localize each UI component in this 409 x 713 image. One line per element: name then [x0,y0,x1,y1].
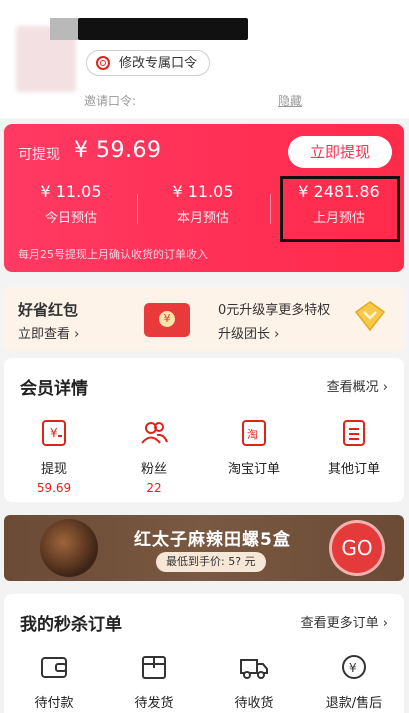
chevron-right-icon: › [74,327,80,342]
item-label: 退款/售后 [325,696,383,711]
package-icon [142,656,166,679]
view-more-orders-link[interactable]: 查看更多订单 › [301,612,388,631]
profile-header: 修改专属口令 邀请口令: 隐藏 [0,0,409,118]
withdraw-note: 每月25号提现上月确认收货的订单收入 [18,248,208,261]
stat-label: 今日预估 [44,211,97,226]
redacted-username [78,18,248,40]
search-key-icon [96,56,110,70]
item-label: 粉丝 [140,462,167,477]
earnings-card: 可提现 ¥ 59.69 立即提现 ¥ 11.05 今日预估 ¥ 11.05 本月… [4,124,404,272]
modify-code-button[interactable]: 修改专属口令 [86,50,211,76]
redacted-block [50,18,80,40]
withdrawable-amount: ¥ 59.69 [74,138,162,163]
diamond-icon [354,301,386,332]
other-order-icon [343,420,365,446]
member-title: 会员详情 [20,379,88,399]
item-label: 淘宝订单 [227,462,280,477]
order-item-to-receive[interactable]: 待收货 [204,652,304,711]
view-now-link[interactable]: 立即查看 › [18,323,79,342]
taobao-order-icon: 淘 [242,420,266,446]
item-value: 22 [146,481,162,495]
item-label: 其他订单 [327,462,380,477]
divider [270,194,271,224]
view-more-orders-label: 查看更多订单 [300,616,379,631]
order-item-refund[interactable]: ¥ 退款/售后 [304,652,404,711]
highlight-box [280,176,400,242]
stat-value: ¥ 11.05 [40,182,102,201]
withdrawable-label: 可提现 [18,147,60,163]
withdraw-icon: ¥ [42,420,66,446]
item-label: 待发货 [134,696,174,711]
banner-title: 红太子麻辣田螺5盒 [134,530,291,550]
promo-strip: 好省红包 立即查看 › 0元升级享更多特权 升级团长 › [4,287,404,351]
chevron-right-icon: › [274,327,280,342]
flash-title: 我的秒杀订单 [20,615,122,635]
member-item-fans[interactable]: 粉丝 22 [104,418,204,495]
stat-value: ¥ 11.05 [172,182,234,201]
svg-text:¥: ¥ [349,661,357,675]
view-now-label: 立即查看 [18,327,71,342]
view-overview-link[interactable]: 查看概况 › [327,376,388,395]
red-packet-title: 好省红包 [18,301,79,319]
chevron-right-icon: › [382,616,388,631]
upgrade-link[interactable]: 升级团长 › [218,323,279,342]
withdraw-now-button[interactable]: 立即提现 [288,136,392,168]
item-label: 待付款 [34,696,74,711]
upgrade-title: 0元升级享更多特权 [218,303,331,318]
product-image [40,519,98,577]
truck-icon [240,659,268,679]
order-item-to-ship[interactable]: 待发货 [104,652,204,711]
view-overview-label: 查看概况 [326,380,379,395]
member-item-withdraw[interactable]: ¥ 提现 59.69 [4,418,104,495]
modify-code-label: 修改专属口令 [119,56,198,71]
svg-text:¥: ¥ [50,426,58,440]
wallet-icon [41,657,67,678]
order-item-unpaid[interactable]: 待付款 [4,652,104,711]
invite-code-label: 邀请口令: [84,94,137,108]
item-label: 提现 [40,462,67,477]
member-item-taobao-orders[interactable]: 淘 淘宝订单 [204,418,304,477]
refund-icon: ¥ [342,655,366,679]
chevron-right-icon: › [382,380,388,395]
member-section: 会员详情 查看概况 › ¥ 提现 59.69 粉丝 22 淘 淘宝订单 其他订单 [4,358,404,502]
stat-today[interactable]: ¥ 11.05 今日预估 [8,182,134,226]
go-button[interactable]: GO [332,523,382,573]
stat-month[interactable]: ¥ 11.05 本月预估 [140,182,266,226]
fans-icon [141,422,168,444]
red-packet-icon[interactable] [144,303,190,337]
member-item-other-orders[interactable]: 其他订单 [304,418,404,477]
banner-price: 最低到手价: 5? 元 [156,552,266,572]
svg-text:淘: 淘 [247,428,258,441]
hide-link[interactable]: 隐藏 [278,92,302,109]
stat-label: 本月预估 [176,211,229,226]
item-value: 59.69 [36,481,72,495]
divider [137,194,138,224]
promo-banner[interactable]: 红太子麻辣田螺5盒 最低到手价: 5? 元 GO [4,515,404,581]
flash-order-section: 我的秒杀订单 查看更多订单 › 待付款 待发货 待收货 ¥ 退款/售后 [4,594,404,713]
item-label: 待收货 [234,696,274,711]
upgrade-label: 升级团长 [218,327,271,342]
